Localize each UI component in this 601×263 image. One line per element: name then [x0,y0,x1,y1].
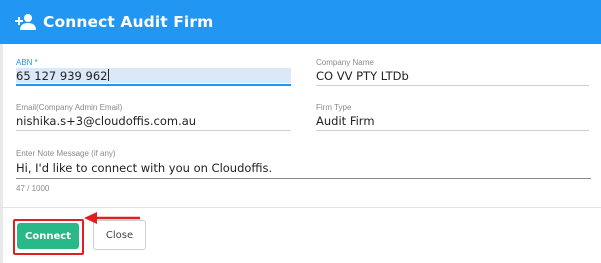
firm-type-value: Audit Firm [316,114,375,128]
email-underline [16,130,291,131]
note-value: Hi, I'd like to connect with you on Clou… [16,161,273,175]
firm-type-label: Firm Type [316,103,352,112]
text-caret [108,69,110,81]
abn-value: 65 127 939 962 [16,69,108,83]
dialog-title: Connect Audit Firm [43,13,214,31]
firm-type-field[interactable]: Firm Type Audit Firm [316,103,589,131]
add-person-icon [15,13,37,31]
company-name-label: Company Name [316,58,374,67]
abn-field[interactable]: ABN * 65 127 939 962 [16,58,291,86]
company-name-value: CO VV PTY LTDb [316,69,409,83]
email-value: nishika.s+3@cloudoffis.com.au [16,114,197,128]
note-underline [16,178,591,179]
side-shade [0,44,3,263]
company-name-field[interactable]: Company Name CO VV PTY LTDb [316,58,589,86]
connect-audit-firm-dialog: Connect Audit Firm ABN * 65 127 939 962 … [0,0,601,263]
abn-label: ABN * [16,58,38,67]
email-field[interactable]: Email(Company Admin Email) nishika.s+3@c… [16,103,291,131]
email-label: Email(Company Admin Email) [16,103,123,112]
note-character-counter: 47 / 1000 [16,184,50,193]
note-field[interactable]: Enter Note Message (if any) Hi, I'd like… [16,149,591,179]
note-label: Enter Note Message (if any) [16,149,116,158]
connect-highlight-box [13,219,84,255]
footer-divider [0,207,601,208]
firm-type-underline [316,130,589,131]
abn-input[interactable]: 65 127 939 962 [16,69,110,83]
abn-underline [16,84,291,86]
left-arrow-icon [84,212,140,224]
dialog-header: Connect Audit Firm [0,0,601,44]
company-name-underline [316,85,589,86]
